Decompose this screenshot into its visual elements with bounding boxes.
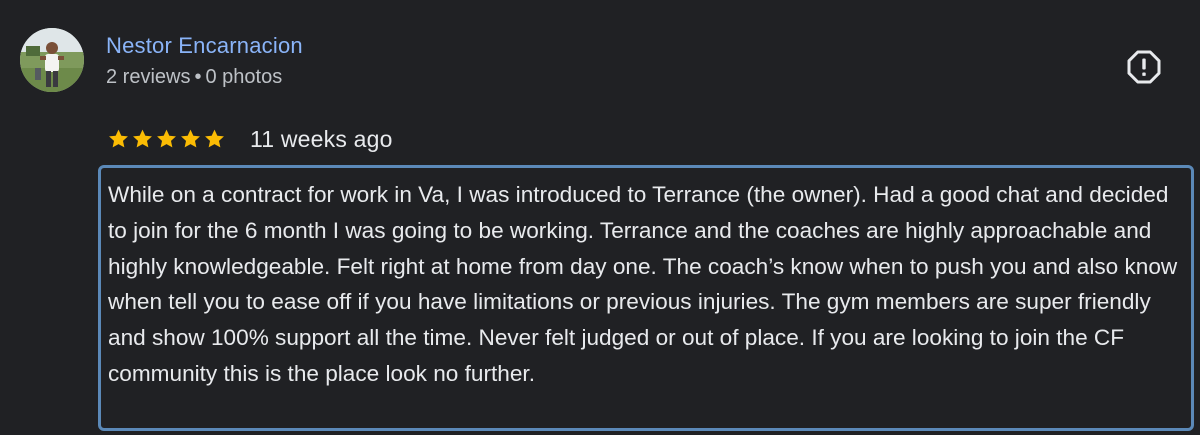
rating-row: 11 weeks ago — [107, 124, 393, 154]
user-photo-avatar-icon — [20, 28, 84, 92]
review-text-box: While on a contract for work in Va, I wa… — [98, 165, 1194, 431]
star-icon — [109, 129, 128, 148]
review-card: Nestor Encarnacion 2 reviews • 0 photos 11… — [0, 0, 1200, 435]
star-icon — [181, 129, 200, 148]
photos-count: 0 photos — [205, 66, 283, 88]
report-flag-icon — [1127, 50, 1161, 84]
author-name-link[interactable]: Nestor Encarnacion — [106, 33, 303, 59]
star-icon — [157, 129, 176, 148]
reviews-count: 2 reviews — [106, 66, 191, 88]
author-avatar[interactable] — [20, 28, 84, 92]
meta-separator: • — [194, 66, 202, 88]
review-time-ago: 11 weeks ago — [250, 125, 393, 152]
report-review-button[interactable] — [1125, 48, 1163, 86]
star-icon — [133, 129, 152, 148]
star-rating — [107, 128, 226, 150]
review-text: While on a contract for work in Va, I wa… — [108, 182, 1178, 386]
author-stats: 2 reviews • 0 photos — [106, 66, 282, 89]
star-icon — [205, 129, 224, 148]
